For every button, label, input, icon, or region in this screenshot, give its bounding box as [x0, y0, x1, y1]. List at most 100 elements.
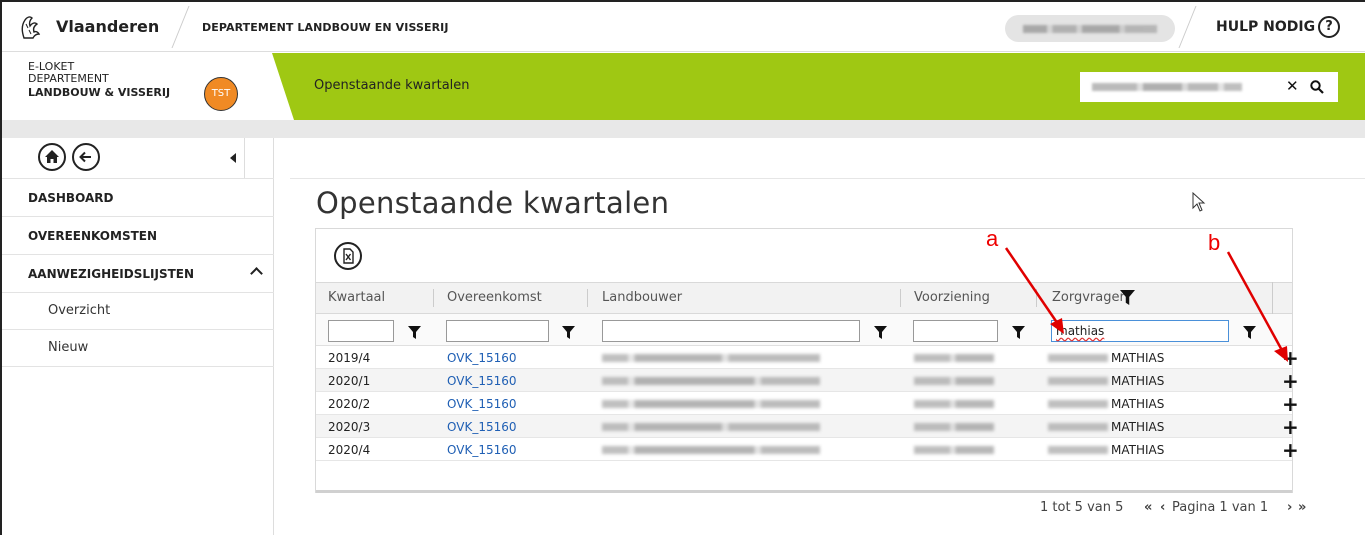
- active-filter-icon[interactable]: [1120, 290, 1135, 305]
- filter-input-zorgvrager[interactable]: mathias: [1051, 320, 1229, 342]
- column-separator: [433, 289, 434, 307]
- column-separator: [1036, 289, 1037, 307]
- redacted-firstname: [1048, 400, 1108, 408]
- first-page-icon[interactable]: «: [1144, 500, 1152, 515]
- eloket-branding[interactable]: E-LOKET DEPARTEMENT LANDBOUW & VISSERIJ …: [2, 53, 272, 120]
- last-page-icon[interactable]: »: [1298, 500, 1306, 515]
- cell-overeenkomst-link[interactable]: OVK_15160: [447, 420, 517, 434]
- user-name-pill[interactable]: [1005, 15, 1175, 42]
- redacted-voorziening: [914, 446, 994, 454]
- filter-input-voorziening[interactable]: [913, 320, 998, 342]
- column-separator: [587, 289, 588, 307]
- export-excel-button[interactable]: [334, 242, 362, 270]
- add-button[interactable]: +: [1282, 394, 1299, 414]
- cell-kwartaal: 2020/3: [328, 420, 371, 434]
- redacted-firstname: [1048, 377, 1108, 385]
- column-separator: [900, 289, 901, 307]
- add-button[interactable]: +: [1282, 371, 1299, 391]
- sidebar-subitem-label: Overzicht: [48, 303, 111, 318]
- home-button[interactable]: [38, 143, 66, 171]
- redacted-landbouwer: [602, 400, 820, 408]
- search-icon[interactable]: [1310, 80, 1324, 94]
- cell-kwartaal: 2020/1: [328, 374, 371, 388]
- redacted-landbouwer: [602, 377, 820, 385]
- column-header-voorziening[interactable]: Voorziening: [914, 290, 990, 305]
- column-header-zorgvrager[interactable]: Zorgvrager: [1052, 290, 1125, 305]
- cell-zorgvrager: MATHIAS: [1111, 374, 1165, 388]
- annotation-label-b: b: [1208, 230, 1221, 255]
- cell-overeenkomst-link[interactable]: OVK_15160: [447, 351, 517, 365]
- redacted-voorziening: [914, 423, 994, 431]
- cell-zorgvrager: MATHIAS: [1111, 397, 1165, 411]
- clear-icon[interactable]: ✕: [1286, 77, 1299, 95]
- redacted-voorziening: [914, 377, 994, 385]
- column-header-kwartaal[interactable]: Kwartaal: [328, 290, 385, 305]
- filter-input-kwartaal[interactable]: [328, 320, 394, 342]
- redacted-landbouwer: [602, 446, 820, 454]
- environment-badge: TST: [204, 77, 238, 111]
- brand-name[interactable]: Vlaanderen: [56, 17, 159, 36]
- filter-icon[interactable]: [1243, 326, 1256, 339]
- divider: [1178, 6, 1197, 48]
- sidebar: DASHBOARD OVEREENKOMSTEN AANWEZIGHEIDSLI…: [2, 138, 274, 535]
- cell-kwartaal: 2020/2: [328, 397, 371, 411]
- filter-icon[interactable]: [1012, 326, 1025, 339]
- eloket-line3: LANDBOUW & VISSERIJ: [28, 86, 171, 99]
- sidebar-subitem-overzicht[interactable]: Overzicht: [2, 292, 274, 329]
- divider: [244, 138, 245, 178]
- excel-file-icon: [343, 248, 354, 264]
- sidebar-item-overeenkomsten[interactable]: OVEREENKOMSTEN: [2, 216, 274, 254]
- add-button[interactable]: +: [1282, 348, 1299, 368]
- context-search-field[interactable]: ✕: [1080, 72, 1338, 102]
- next-page-icon[interactable]: ›: [1287, 500, 1292, 515]
- cell-zorgvrager: MATHIAS: [1111, 443, 1165, 457]
- redacted-firstname: [1048, 423, 1108, 431]
- redacted-voorziening: [914, 400, 994, 408]
- pager-summary: 1 tot 5 van 5: [1040, 500, 1124, 515]
- column-header-overeenkomst[interactable]: Overeenkomst: [447, 290, 542, 305]
- cell-kwartaal: 2019/4: [328, 351, 371, 365]
- top-bar: Vlaanderen DEPARTEMENT LANDBOUW EN VISSE…: [2, 2, 1365, 52]
- collapse-sidebar-icon[interactable]: [230, 153, 236, 163]
- redacted-username: [1023, 25, 1157, 33]
- add-button[interactable]: +: [1282, 417, 1299, 437]
- cell-zorgvrager: MATHIAS: [1111, 420, 1165, 434]
- filter-input-overeenkomst[interactable]: [446, 320, 549, 342]
- breadcrumb: Openstaande kwartalen: [314, 78, 470, 93]
- back-button[interactable]: [72, 143, 100, 171]
- cell-overeenkomst-link[interactable]: OVK_15160: [447, 397, 517, 411]
- flemish-lion-logo[interactable]: [16, 14, 44, 40]
- sidebar-item-label: AANWEZIGHEIDSLIJSTEN: [28, 267, 195, 281]
- redacted-voorziening: [914, 354, 994, 362]
- sidebar-subitem-nieuw[interactable]: Nieuw: [2, 329, 274, 367]
- chevron-up-icon: [250, 267, 263, 280]
- redacted-search-value: [1092, 83, 1242, 91]
- grid-scrollbar[interactable]: [316, 490, 1292, 493]
- cell-overeenkomst-link[interactable]: OVK_15160: [447, 374, 517, 388]
- department-name[interactable]: DEPARTEMENT LANDBOUW EN VISSERIJ: [202, 21, 449, 34]
- prev-page-icon[interactable]: ‹: [1160, 500, 1165, 515]
- cell-overeenkomst-link[interactable]: OVK_15160: [447, 443, 517, 457]
- cell-zorgvrager: MATHIAS: [1111, 351, 1165, 365]
- mouse-cursor-icon: [1192, 192, 1206, 212]
- filter-icon[interactable]: [874, 326, 887, 339]
- sidebar-item-dashboard[interactable]: DASHBOARD: [2, 178, 274, 216]
- redacted-landbouwer: [602, 354, 820, 362]
- header-spacer: [2, 120, 1365, 138]
- table-row: 2020/1 OVK_15160 MATHIAS +: [316, 369, 1299, 392]
- sidebar-item-aanwezigheidslijsten[interactable]: AANWEZIGHEIDSLIJSTEN: [2, 254, 274, 292]
- table-row: 2019/4 OVK_15160 MATHIAS +: [316, 346, 1299, 369]
- divider: [171, 6, 190, 48]
- column-separator: [1272, 282, 1273, 314]
- page-indicator: Pagina 1 van 1: [1172, 500, 1269, 515]
- table-row: 2020/3 OVK_15160 MATHIAS +: [316, 415, 1299, 438]
- home-icon: [45, 150, 59, 163]
- help-link[interactable]: HULP NODIG: [1216, 19, 1315, 35]
- add-button[interactable]: +: [1282, 440, 1299, 460]
- filter-input-landbouwer[interactable]: [602, 320, 860, 342]
- column-header-landbouwer[interactable]: Landbouwer: [602, 290, 682, 305]
- arrow-left-icon: [79, 151, 91, 163]
- filter-icon[interactable]: [408, 326, 421, 339]
- filter-icon[interactable]: [562, 326, 575, 339]
- question-icon[interactable]: ?: [1318, 16, 1340, 38]
